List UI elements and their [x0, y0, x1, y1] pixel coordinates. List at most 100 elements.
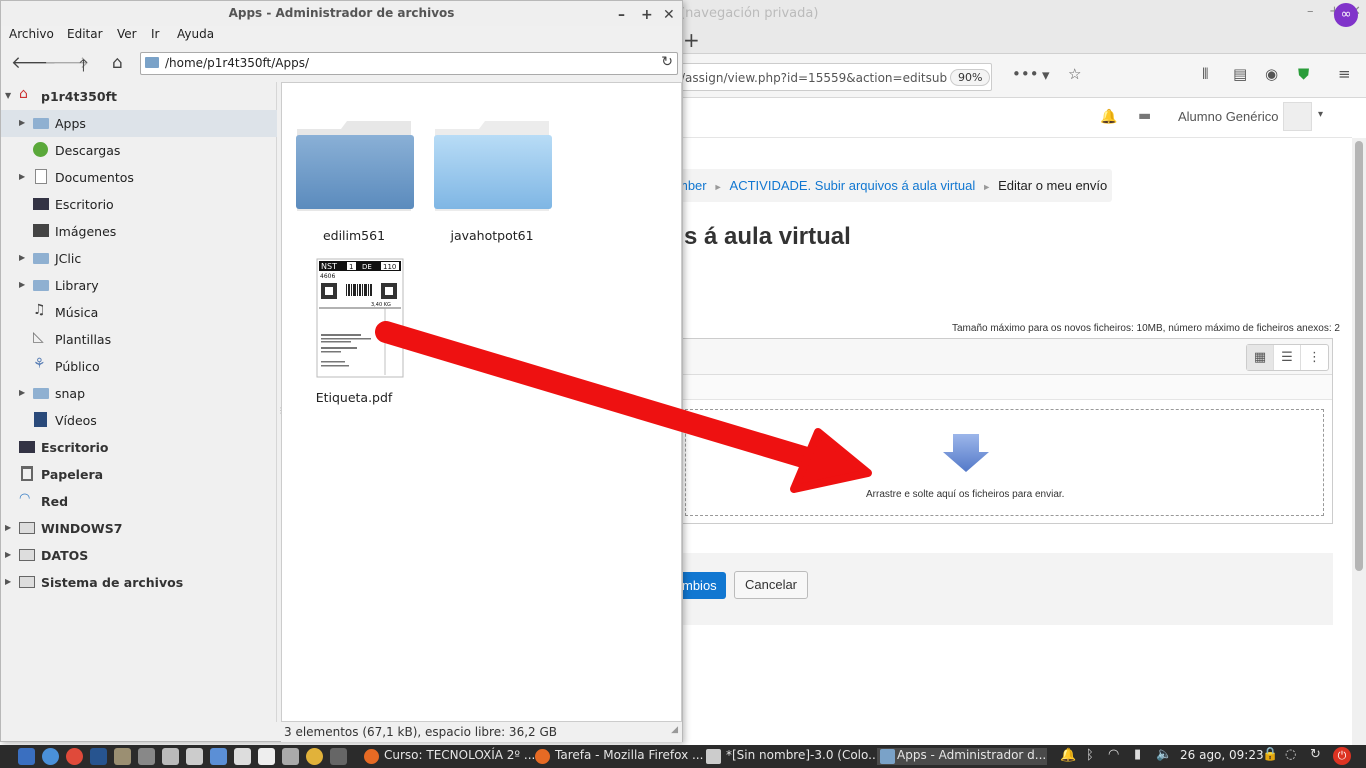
form-actions: mbios Cancelar: [670, 553, 1333, 625]
pocket-icon[interactable]: ▾: [1042, 66, 1050, 84]
document-launcher-icon[interactable]: [210, 748, 227, 765]
mail-launcher-icon[interactable]: [282, 748, 299, 765]
expand-arrow-icon[interactable]: ▶: [5, 523, 11, 532]
sidebar-item-snap[interactable]: ▶ snap: [1, 380, 277, 407]
writer-launcher-icon[interactable]: [258, 748, 275, 765]
user-menu-caret-icon[interactable]: ▾: [1318, 109, 1323, 120]
sidebar-device-escritorio[interactable]: Escritorio: [1, 434, 277, 461]
browser-launcher-icon[interactable]: [42, 748, 59, 765]
game-launcher-icon[interactable]: [306, 748, 323, 765]
app-launcher-icon[interactable]: [90, 748, 107, 765]
zoom-indicator[interactable]: 90%: [950, 69, 991, 86]
menu-editar[interactable]: Editar: [67, 27, 103, 41]
expand-arrow-icon[interactable]: ▶: [19, 388, 25, 397]
notification-bell-icon[interactable]: 🔔: [1100, 109, 1117, 125]
library-icon[interactable]: ⦀: [1202, 65, 1209, 83]
sidebar-device-papelera[interactable]: Papelera: [1, 461, 277, 488]
browser-minimize-button[interactable]: –: [1307, 4, 1314, 19]
clock[interactable]: 26 ago, 09:23: [1180, 748, 1264, 762]
sidebar-item-escritorio[interactable]: Escritorio: [1, 191, 277, 218]
task-firefox-tarefa[interactable]: Tarefa - Mozilla Firefox ...: [535, 748, 703, 765]
task-file-manager[interactable]: Apps - Administrador d...: [877, 748, 1047, 765]
minimize-button[interactable]: –: [618, 3, 625, 28]
menu-archivo[interactable]: Archivo: [9, 27, 54, 41]
sidebar-item-musica[interactable]: ♫ Música: [1, 299, 277, 326]
up-arrow-icon[interactable]: 🡑: [79, 53, 88, 82]
expand-arrow-icon[interactable]: ▶: [19, 118, 25, 127]
editor-launcher-icon[interactable]: [186, 748, 203, 765]
drop-zone[interactable]: Arrastre e solte aquí os ficheiros para …: [685, 409, 1324, 516]
notification-icon[interactable]: 🔔: [1060, 748, 1076, 763]
breadcrumb-item-activity[interactable]: ACTIVIDADE. Subir arquivos á aula virtua…: [730, 178, 976, 193]
cancel-button[interactable]: Cancelar: [734, 571, 808, 599]
reload-icon[interactable]: ↻: [661, 54, 673, 70]
sidebar-item-jclic[interactable]: ▶ JClic: [1, 245, 277, 272]
calculator-launcher-icon[interactable]: [162, 748, 179, 765]
menu-ir[interactable]: Ir: [151, 27, 159, 41]
sidebar-item-descargas[interactable]: Descargas: [1, 137, 277, 164]
folder-icon: [145, 57, 159, 68]
sidebar-device-datos[interactable]: ▶ DATOS: [1, 542, 277, 569]
collapse-arrow-icon[interactable]: ▼: [5, 91, 11, 100]
expand-arrow-icon[interactable]: ▶: [19, 253, 25, 262]
battery-icon[interactable]: ▮: [1134, 747, 1141, 762]
bookmark-star-icon[interactable]: ☆: [1068, 65, 1081, 83]
sidebar-item-publico[interactable]: ⚘ Público: [1, 353, 277, 380]
sidebar-item-imagenes[interactable]: Imágenes: [1, 218, 277, 245]
sidebar-item-videos[interactable]: Vídeos: [1, 407, 277, 434]
account-icon[interactable]: ◉: [1265, 65, 1278, 83]
grid-view-icon[interactable]: ▦: [1247, 345, 1274, 370]
files-launcher-icon[interactable]: [114, 748, 131, 765]
url-bar[interactable]: /assign/view.php?id=15559&action=editsub: [680, 63, 992, 91]
avatar[interactable]: [1283, 102, 1312, 131]
messages-icon[interactable]: ▬: [1138, 108, 1151, 124]
restart-icon[interactable]: ↻: [1310, 747, 1321, 762]
sidebar-device-filesystem[interactable]: ▶ Sistema de archivos: [1, 569, 277, 596]
extra-launcher-icon[interactable]: [330, 748, 347, 765]
file-item-folder[interactable]: javahotpot61: [427, 111, 557, 243]
close-button[interactable]: ✕: [663, 3, 675, 28]
shield-icon[interactable]: ⛊: [1298, 65, 1309, 83]
task-gimp[interactable]: *[Sin nombre]-3.0 (Colo...: [706, 748, 880, 765]
expand-arrow-icon[interactable]: ▶: [19, 172, 25, 181]
sidebar-item-documentos[interactable]: ▶ Documentos: [1, 164, 277, 191]
sidebar-item-plantillas[interactable]: ◺ Plantillas: [1, 326, 277, 353]
notes-launcher-icon[interactable]: [234, 748, 251, 765]
expand-arrow-icon[interactable]: ▶: [19, 280, 25, 289]
sidebar-item-apps[interactable]: ▶ Apps: [1, 110, 277, 137]
expand-arrow-icon[interactable]: ▶: [5, 577, 11, 586]
expand-arrow-icon[interactable]: ▶: [5, 550, 11, 559]
page-actions-icon[interactable]: •••: [1012, 65, 1039, 83]
sidebar-item-label: Red: [41, 494, 69, 509]
power-icon[interactable]: ⏻: [1333, 747, 1351, 765]
file-item-folder[interactable]: edilim561: [289, 111, 419, 243]
terminal-launcher-icon[interactable]: [138, 748, 155, 765]
menu-ver[interactable]: Ver: [117, 27, 137, 41]
bluetooth-icon[interactable]: ᛒ: [1086, 748, 1094, 763]
list-view-icon[interactable]: ☰: [1274, 345, 1301, 370]
tree-view-icon[interactable]: ⋮: [1301, 345, 1328, 370]
sidebar-icon[interactable]: ▤: [1233, 65, 1247, 83]
maximize-button[interactable]: +: [641, 3, 653, 28]
page-scrollbar[interactable]: [1352, 138, 1366, 745]
menu-ayuda[interactable]: Ayuda: [177, 27, 214, 41]
lock-icon[interactable]: 🔒: [1262, 747, 1278, 762]
sidebar-item-library[interactable]: ▶ Library: [1, 272, 277, 299]
location-bar[interactable]: /home/p1r4t350ft/Apps/ ↻: [140, 52, 678, 75]
hamburger-menu-icon[interactable]: ≡: [1338, 65, 1351, 83]
scrollbar-thumb[interactable]: [1355, 141, 1363, 571]
volume-icon[interactable]: 🔈: [1156, 747, 1172, 762]
user-name[interactable]: Alumno Genérico: [1178, 109, 1278, 124]
app-menu-icon[interactable]: [18, 748, 35, 765]
wifi-icon[interactable]: ◠: [1108, 747, 1119, 762]
sidebar-device-red[interactable]: ◠ Red: [1, 488, 277, 515]
chrome-launcher-icon[interactable]: [66, 748, 83, 765]
sidebar-item-home[interactable]: ▼ ⌂ p1r4t350ft: [1, 83, 277, 110]
home-icon[interactable]: ⌂: [112, 53, 123, 73]
file-item-pdf[interactable]: NST 1 DE 110 4606 3,40 KG Etiqueta.pdf: [289, 257, 419, 405]
logout-icon[interactable]: ◌: [1285, 747, 1296, 762]
sidebar-device-windows7[interactable]: ▶ WINDOWS7: [1, 515, 277, 542]
resize-grip-icon[interactable]: ◢: [671, 725, 678, 735]
new-tab-button[interactable]: +: [683, 28, 700, 52]
task-firefox-curso[interactable]: Curso: TECNOLOXÍA 2º ...: [364, 748, 535, 765]
